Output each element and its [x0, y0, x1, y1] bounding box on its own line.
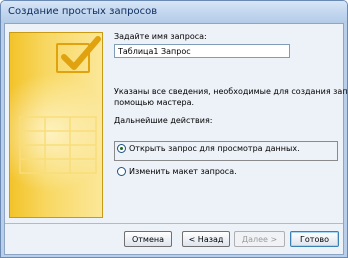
check-mark-icon	[61, 36, 101, 70]
option-modify-design[interactable]: Изменить макет запроса.	[117, 167, 237, 176]
info-text-line2: помощью мастера.	[114, 98, 195, 107]
next-button[interactable]: Далее >	[234, 231, 285, 247]
radio-modify-design[interactable]	[117, 167, 126, 176]
option-modify-design-label: Изменить макет запроса.	[129, 167, 237, 176]
finish-button[interactable]: Готово	[290, 231, 339, 247]
wizard-illustration	[9, 32, 103, 218]
window-title: Создание простых запросов	[8, 6, 158, 17]
table-grid-icon	[19, 116, 97, 174]
option-open-query-label: Открыть запрос для просмотра данных.	[129, 144, 300, 153]
back-button[interactable]: < Назад	[182, 231, 230, 247]
cancel-button[interactable]: Отмена	[124, 231, 172, 247]
query-name-label: Задайте имя запроса:	[114, 32, 207, 41]
title-bar[interactable]: Создание простых запросов	[1, 1, 347, 23]
radio-open-query[interactable]	[117, 144, 126, 153]
option-open-query[interactable]: Открыть запрос для просмотра данных.	[117, 144, 300, 153]
next-actions-label: Дальнейшие действия:	[114, 116, 213, 125]
wizard-window: Создание простых запросов Задайте имя за…	[0, 0, 348, 258]
footer-divider	[5, 223, 343, 224]
wizard-body: Задайте имя запроса: Указаны все сведени…	[4, 23, 347, 255]
query-name-input[interactable]	[114, 44, 290, 58]
info-text-line1: Указаны все сведения, необходимые для со…	[114, 87, 348, 96]
